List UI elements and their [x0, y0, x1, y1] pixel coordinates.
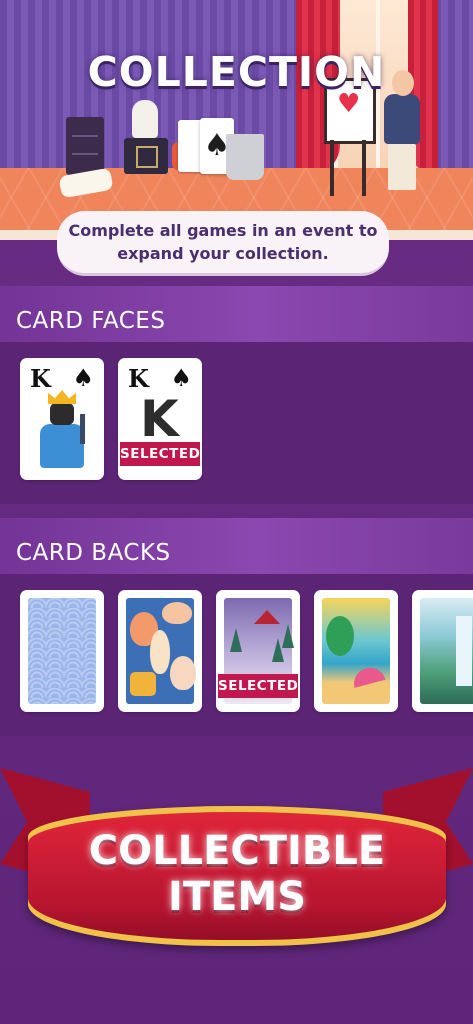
wave-pattern-illustration — [28, 598, 96, 704]
painter-legs — [388, 144, 416, 190]
spade-icon: ♠ — [72, 364, 94, 392]
card-back-beach[interactable] — [316, 592, 396, 710]
card-face-king[interactable]: K ♠ — [22, 360, 102, 478]
card-face-classic[interactable]: K ♠ K SELECTED — [120, 360, 200, 478]
beach-illustration — [322, 598, 390, 704]
waterfall-forest-illustration — [420, 598, 473, 704]
page-title: COLLECTION — [87, 48, 386, 96]
card-back-forest[interactable] — [414, 592, 473, 710]
selected-badge: SELECTED — [120, 442, 200, 466]
easel-leg — [330, 140, 334, 196]
card-rank: K — [30, 364, 51, 393]
pedestal-illustration — [124, 138, 168, 174]
card-faces-title: CARD FACES — [16, 308, 166, 334]
collection-info-text: Complete all games in an event to expand… — [57, 211, 389, 276]
card-faces-section: K ♠ K ♠ K SELECTED — [0, 342, 473, 504]
spade-icon: ♠ — [170, 364, 192, 392]
card-back-seashells[interactable] — [120, 592, 200, 710]
card-backs-title: CARD BACKS — [16, 540, 171, 566]
banner-line-1: COLLECTIBLE — [88, 828, 386, 874]
banner-text: COLLECTIBLE ITEMS — [28, 828, 446, 920]
banner-line-2: ITEMS — [167, 874, 307, 920]
card-rank: K — [128, 364, 149, 393]
bucket-illustration — [226, 134, 264, 180]
card-backs-section: SELECTED — [0, 574, 473, 736]
card-back-winter-cabin[interactable]: SELECTED — [218, 592, 298, 710]
painter-body — [384, 94, 420, 144]
selected-badge: SELECTED — [218, 674, 298, 698]
king-character-icon — [38, 390, 90, 472]
card-back-blue-pattern[interactable] — [22, 592, 102, 710]
cabinet-illustration — [66, 117, 104, 175]
card-big-rank: K — [140, 390, 179, 448]
seashell-illustration — [126, 598, 196, 704]
easel-leg — [362, 140, 366, 196]
bust-illustration — [132, 100, 158, 138]
hero-illustration: ♠ ♥ COLLECTION — [0, 0, 473, 240]
